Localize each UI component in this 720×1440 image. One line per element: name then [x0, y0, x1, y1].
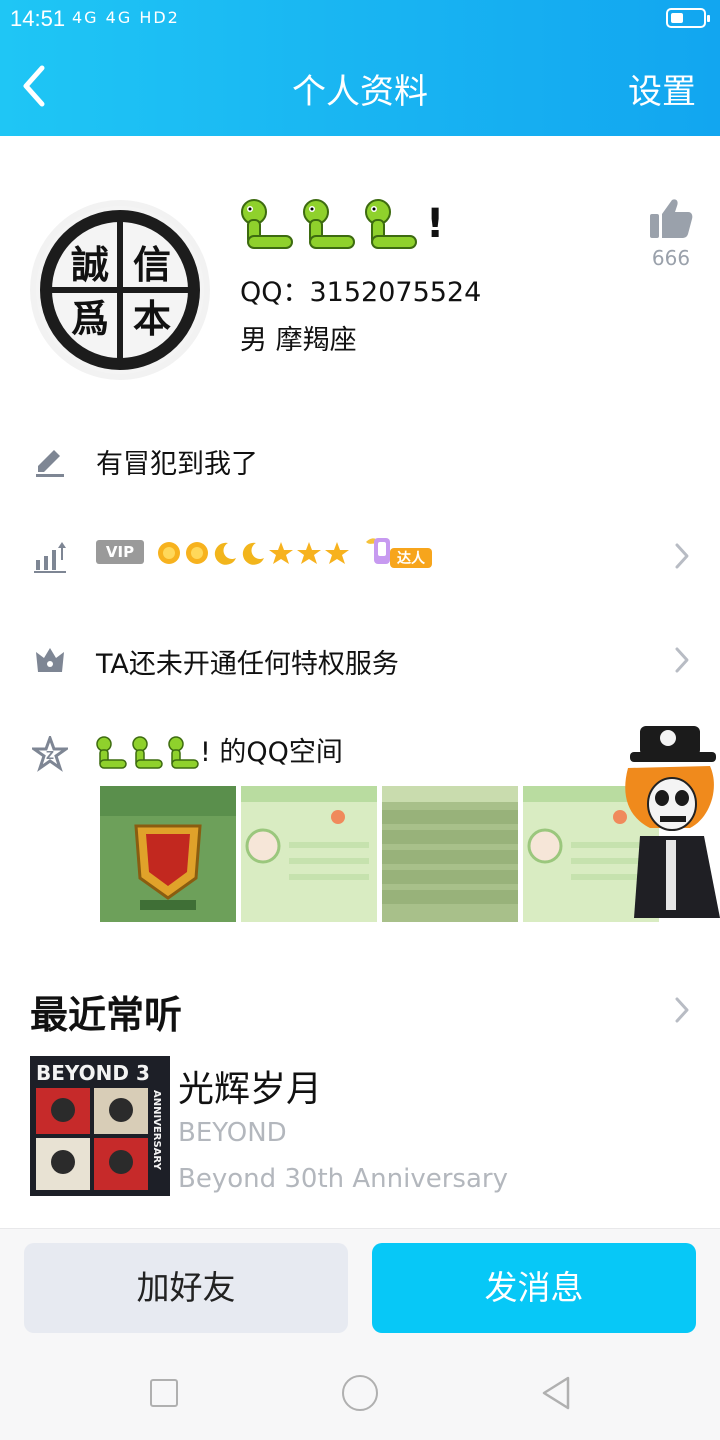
- qzone-star-icon: Z: [32, 736, 68, 772]
- moon-icon: [242, 542, 264, 565]
- nickname: !: [240, 198, 444, 254]
- battery-icon: [666, 8, 710, 28]
- sun-icon: [158, 542, 180, 564]
- song-title[interactable]: 光辉岁月: [178, 1060, 322, 1112]
- avatar-seal-image: 誠 信 爲 本: [36, 206, 204, 374]
- qq-number: QQ：3152075524: [240, 277, 482, 308]
- skeleton-mascot-sticker: [625, 726, 720, 918]
- qzone-label: 的QQ空间: [219, 737, 343, 768]
- gender-zodiac: 男 摩羯座: [240, 325, 357, 356]
- recent-apps-icon[interactable]: [150, 1379, 178, 1407]
- level-row[interactable]: VIP 达人: [0, 526, 720, 586]
- chevron-right-icon: [675, 647, 689, 673]
- caterpillar-icons: [96, 735, 199, 769]
- qzone-thumbnail[interactable]: [241, 786, 377, 922]
- avatar-char: 爲: [71, 296, 109, 341]
- settings-button[interactable]: 设置: [628, 64, 696, 113]
- caterpillar-icons: [241, 199, 417, 249]
- daren-badge-icon: 达人: [366, 538, 432, 568]
- song-album: Beyond 30th Anniversary: [178, 1164, 508, 1194]
- add-friend-button[interactable]: 加好友: [24, 1243, 348, 1333]
- home-icon[interactable]: [342, 1375, 378, 1411]
- page-title: 个人资料: [292, 72, 428, 112]
- recent-section-title: 最近常听: [30, 993, 183, 1037]
- star-icon: [297, 542, 321, 564]
- level-chart-icon: [34, 542, 66, 573]
- qzone-nick-suffix: !: [200, 737, 211, 768]
- qzone-row[interactable]: Z ! 的QQ空间: [0, 724, 720, 784]
- caterpillar-icon: [168, 735, 199, 769]
- qzone-thumbnail[interactable]: [100, 786, 236, 922]
- avatar[interactable]: 誠 信 爲 本: [30, 200, 210, 380]
- back-triangle-icon[interactable]: [540, 1375, 572, 1411]
- sun-icon: [186, 542, 208, 564]
- album-cover-text: BEYOND 3: [36, 1061, 150, 1085]
- nickname-suffix: !: [426, 201, 445, 247]
- star-icon: [269, 542, 293, 564]
- game-screenshot-image: [241, 786, 377, 922]
- moon-icon: [214, 542, 236, 565]
- chevron-right-icon: [675, 543, 689, 569]
- caterpillar-icon: [132, 735, 163, 769]
- daren-label: 达人: [397, 550, 426, 567]
- svg-text:Z: Z: [46, 749, 54, 762]
- avatar-char: 本: [133, 296, 171, 341]
- star-icon: [325, 542, 349, 564]
- status-time: 14:51: [10, 6, 66, 31]
- album-cover[interactable]: BEYOND 3 ANNIVERSARY: [30, 1056, 170, 1196]
- pencil-icon: [36, 450, 64, 477]
- top-header: 14:51 4G 4G HD2 个人资料 设置: [0, 0, 720, 136]
- caterpillar-icon: [96, 735, 127, 769]
- game-screenshot-image: [382, 786, 518, 922]
- privilege-row[interactable]: TA还未开通任何特权服务: [0, 630, 720, 690]
- status-bar: 14:51 4G 4G HD2: [0, 0, 720, 36]
- song-artist: BEYOND: [178, 1118, 287, 1148]
- vip-badge: VIP: [96, 540, 144, 564]
- signature-text: 有冒犯到我了: [96, 449, 258, 480]
- avatar-char: 誠: [71, 242, 109, 287]
- mvp-photo-image: [100, 786, 236, 922]
- caterpillar-icon: [303, 199, 355, 249]
- avatar-char: 信: [133, 242, 171, 287]
- crown-icon: [36, 648, 64, 672]
- album-art-image: BEYOND 3 ANNIVERSARY: [30, 1056, 170, 1196]
- thumbs-up-icon[interactable]: [648, 196, 694, 242]
- caterpillar-icon: [365, 199, 417, 249]
- send-message-button[interactable]: 发消息: [372, 1243, 696, 1333]
- qzone-thumbnail[interactable]: [382, 786, 518, 922]
- signature-row[interactable]: 有冒犯到我了: [0, 430, 720, 490]
- signal-indicators: 4G 4G HD2: [72, 8, 180, 27]
- qzone-title: ! 的QQ空间: [96, 730, 343, 772]
- caterpillar-icon: [241, 199, 293, 249]
- like-count: 666: [651, 246, 691, 270]
- privilege-text: TA还未开通任何特权服务: [96, 649, 399, 680]
- bottom-action-bar: 加好友 发消息: [0, 1228, 720, 1440]
- album-side-text: ANNIVERSARY: [151, 1090, 162, 1171]
- chevron-right-icon[interactable]: [674, 996, 690, 1024]
